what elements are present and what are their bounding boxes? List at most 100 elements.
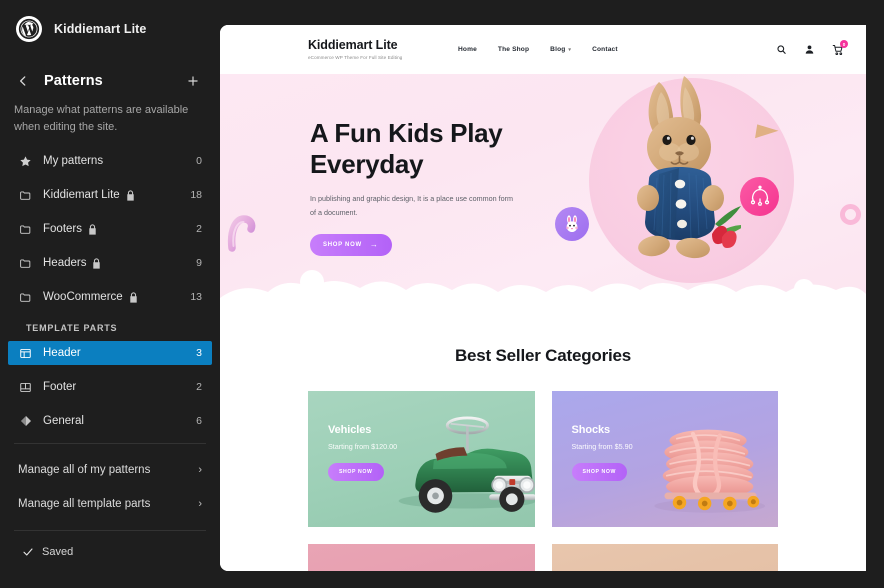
hero-button-label: SHOP NOW: [323, 241, 362, 248]
hero-title: A Fun Kids Play Everyday: [310, 118, 540, 179]
category-card-name: Vehicles: [328, 424, 372, 436]
sidebar-item-count: 0: [196, 155, 202, 167]
arrow-right-icon: →: [369, 239, 379, 249]
wordpress-logo-icon[interactable]: [16, 16, 42, 42]
sidebar-item-label: Header: [43, 347, 81, 359]
sidebar-item-footers[interactable]: Footers 2: [8, 217, 212, 241]
sidebar-item-count: 2: [196, 381, 202, 393]
cart-count-badge: 0: [840, 40, 848, 48]
check-icon: [22, 546, 34, 558]
general-shape-icon: [18, 414, 33, 429]
sidebar-item-count: 9: [196, 257, 202, 269]
star-icon: [18, 154, 33, 169]
nav-link-label: Blog: [550, 46, 566, 53]
sidebar-item-label: General: [43, 415, 84, 427]
candy-illustration: [308, 544, 535, 571]
sidebar-item-count: 6: [196, 415, 202, 427]
nav-link-label: Home: [458, 46, 477, 53]
header-tools: 0: [775, 40, 848, 56]
folder-icon: [18, 256, 33, 271]
save-status-label: Saved: [42, 545, 74, 558]
cloud-dot-right: [794, 279, 814, 299]
sidebar-item-label: Footer: [43, 381, 77, 393]
manage-links-group: Manage all of my patterns › Manage all t…: [0, 444, 220, 530]
hero-title-line-1: A Fun Kids Play: [310, 118, 503, 148]
nav-link-label: The Shop: [497, 46, 530, 53]
save-status[interactable]: Saved: [0, 542, 220, 561]
search-icon[interactable]: [775, 43, 788, 56]
wordpress-brand-bar[interactable]: Kiddiemart Lite: [0, 0, 220, 58]
folder-icon: [18, 222, 33, 237]
category-shop-now-button[interactable]: SHOP NOW: [328, 463, 384, 481]
hero-subtitle: In publishing and graphic design, It is …: [310, 194, 513, 217]
sidebar-item-count: 3: [196, 347, 202, 359]
sidebar-item-headers[interactable]: Headers 9: [8, 251, 212, 275]
folder-icon: [18, 188, 33, 203]
footer-layout-icon: [18, 380, 33, 395]
sidebar-item-label: Kiddiemart Lite: [43, 189, 120, 201]
nav-link-home[interactable]: Home: [458, 46, 477, 53]
hero-section: A Fun Kids Play Everyday In publishing a…: [220, 74, 866, 324]
manage-link-label: Manage all template parts: [18, 497, 151, 510]
sidebar-divider-bottom: [14, 529, 206, 531]
header-layout-icon: [18, 346, 33, 361]
nav-link-contact[interactable]: Contact: [592, 46, 618, 53]
site-header: Kiddiemart Lite eCommerce WP Theme For F…: [220, 25, 866, 74]
nav-link-blog[interactable]: Blog ▾: [550, 46, 571, 53]
site-brand-name: Kiddiemart Lite: [308, 37, 398, 52]
sidebar-item-count: 18: [190, 189, 202, 201]
category-card-vehicles[interactable]: Vehicles Starting from $120.00 SHOP NOW: [308, 391, 535, 527]
sidebar-item-label: Footers: [43, 223, 82, 235]
hero-shop-now-button[interactable]: SHOP NOW →: [310, 233, 392, 256]
bunny-badge-icon: [555, 207, 589, 241]
pink-ring-decoration-icon: [840, 204, 861, 225]
sidebar-item-woocommerce[interactable]: WooCommerce 13: [8, 285, 212, 309]
best-seller-title: Best Seller Categories: [454, 346, 632, 365]
editor-sidebar: Kiddiemart Lite Patterns Manage what pat…: [0, 0, 220, 588]
mobile-toy-badge-icon: [740, 177, 779, 216]
site-navigation: Home The Shop Blog ▾ Contact: [458, 46, 618, 53]
back-arrow-icon[interactable]: [10, 68, 36, 94]
chevron-right-icon: ›: [198, 497, 202, 510]
sidebar-item-my-patterns[interactable]: My patterns 0: [8, 149, 212, 173]
lock-icon: [129, 291, 138, 303]
sidebar-item-label: Headers: [43, 257, 87, 269]
chevron-right-icon: ›: [198, 463, 202, 476]
plus-icon[interactable]: [180, 68, 206, 94]
sidebar-item-kiddiemart-lite[interactable]: Kiddiemart Lite 18: [8, 183, 212, 207]
sidebar-item-count: 13: [190, 291, 202, 303]
sidebar-item-footer[interactable]: Footer 2: [8, 375, 212, 399]
sidebar-item-header[interactable]: Header 3: [8, 341, 212, 365]
category-card-name: Shocks: [571, 424, 611, 436]
hero-title-line-2: Everyday: [310, 148, 424, 179]
patterns-panel-header: Patterns: [0, 58, 220, 100]
category-card-price: Starting from $120.00: [328, 442, 398, 451]
best-seller-section: Best Seller Categories Vehicles Starting…: [220, 324, 866, 571]
category-card-copy: Vehicles Starting from $120.00 SHOP NOW: [328, 424, 397, 481]
category-card-shocks[interactable]: Shocks Starting from $5.90 SHOP NOW: [551, 391, 778, 527]
manage-all-template-parts-link[interactable]: Manage all template parts ›: [0, 492, 220, 516]
panel-description: Manage what patterns are available when …: [14, 104, 189, 133]
category-card-dolls[interactable]: Dolls: [551, 544, 779, 571]
lock-icon: [126, 189, 135, 201]
manage-all-my-patterns-link[interactable]: Manage all of my patterns ›: [0, 458, 220, 482]
nav-link-the-shop[interactable]: The Shop: [498, 46, 529, 53]
category-shop-now-button[interactable]: SHOP NOW: [571, 463, 628, 481]
site-branding[interactable]: Kiddiemart Lite eCommerce WP Theme For F…: [308, 37, 458, 61]
site-preview-canvas[interactable]: Kiddiemart Lite eCommerce WP Theme For F…: [220, 25, 866, 571]
category-card-price: Starting from $5.90: [571, 442, 633, 451]
lock-icon: [88, 223, 97, 235]
candy-cane-hook-decoration-icon: [226, 212, 256, 254]
user-icon[interactable]: [803, 43, 816, 56]
patterns-list: My patterns 0 Kiddiemart Lite 18 Footers…: [0, 149, 220, 443]
category-card-food-toys[interactable]: Food Toys: [308, 544, 535, 571]
sidebar-item-general[interactable]: General 6: [8, 409, 212, 433]
page-title: Patterns: [44, 73, 103, 89]
sidebar-item-label: WooCommerce: [43, 291, 123, 303]
folder-icon: [18, 290, 33, 305]
doll-illustration: [552, 544, 779, 571]
cart-icon[interactable]: 0: [831, 40, 848, 56]
template-parts-heading: TEMPLATE PARTS: [26, 323, 118, 333]
site-editor-window: Kiddiemart Lite Patterns Manage what pat…: [0, 0, 884, 588]
cloud-dot-left: [300, 270, 324, 294]
